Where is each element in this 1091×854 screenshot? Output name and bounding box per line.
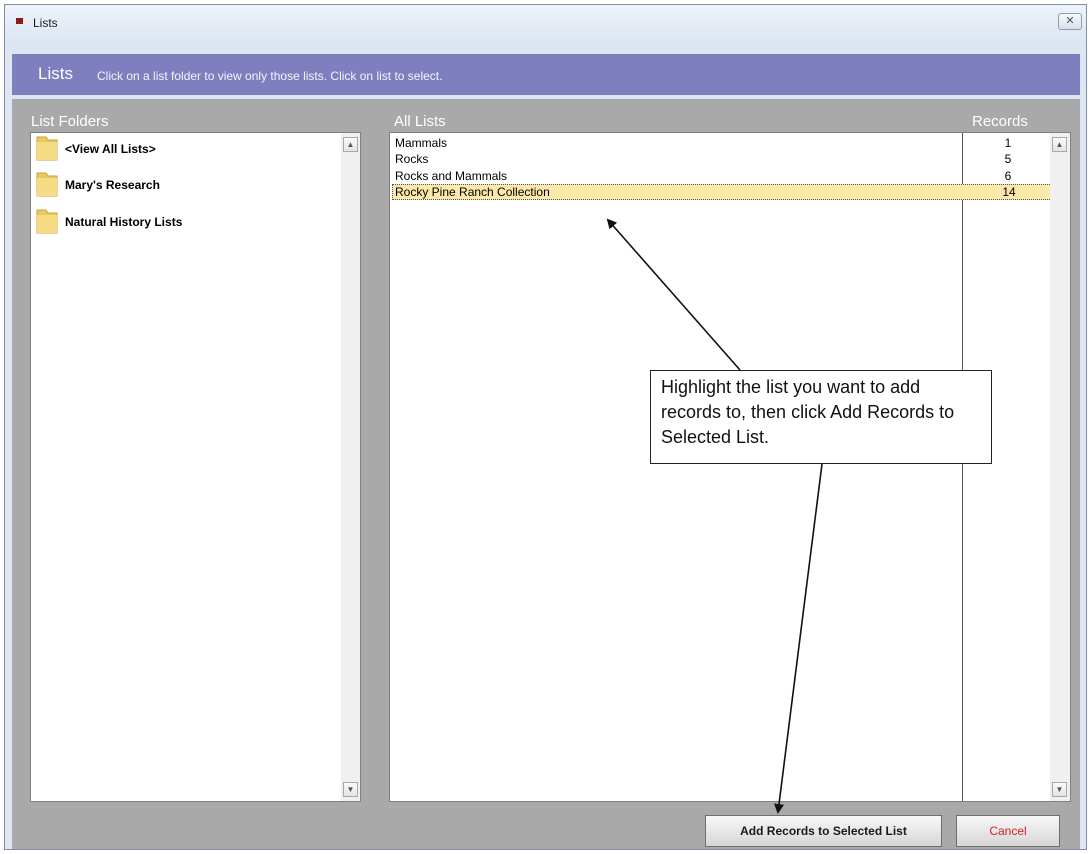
lists-scrollbar[interactable]: ▲ ▼ [1050, 133, 1070, 801]
records-column-divider [962, 133, 963, 801]
close-button[interactable]: ✕ [1058, 13, 1082, 30]
list-row-rocks[interactable]: Rocks 5 [392, 151, 1054, 167]
app-icon [16, 18, 23, 24]
list-name: Mammals [395, 136, 448, 150]
list-row-mammals[interactable]: Mammals 1 [392, 135, 1054, 151]
header-banner: Lists Click on a list folder to view onl… [12, 54, 1080, 95]
title-bar: Lists ✕ [5, 5, 1086, 44]
folder-label: Mary's Research [65, 178, 160, 192]
add-records-button[interactable]: Add Records to Selected List [705, 815, 942, 847]
list-records: 1 [1004, 136, 1012, 150]
all-lists-table: Mammals 1 Rocks 5 Rocks and Mammals 6 Ro… [389, 132, 1071, 802]
list-name: Rocky Pine Ranch Collection [395, 185, 550, 199]
folder-item-natural-history[interactable]: Natural History Lists [35, 206, 335, 236]
instruction-callout: Highlight the list you want to add recor… [650, 370, 992, 464]
list-records: 5 [1004, 152, 1012, 166]
all-lists-heading: All Lists [394, 113, 446, 130]
list-records: 14 [1002, 185, 1016, 199]
list-folders-heading: List Folders [31, 113, 109, 130]
list-name: Rocks [395, 152, 429, 166]
list-row-rocks-and-mammals[interactable]: Rocks and Mammals 6 [392, 168, 1054, 184]
folder-item-marys-research[interactable]: Mary's Research [35, 169, 335, 199]
scroll-down-button[interactable]: ▼ [1052, 782, 1067, 797]
scroll-up-button[interactable]: ▲ [343, 137, 358, 152]
list-records: 6 [1004, 169, 1012, 183]
folder-label: Natural History Lists [65, 215, 183, 229]
header-description: Click on a list folder to view only thos… [97, 69, 443, 83]
folder-item-view-all[interactable]: <View All Lists> [35, 133, 335, 163]
folder-icon [36, 209, 58, 234]
cancel-button[interactable]: Cancel [956, 815, 1060, 847]
folder-icon [36, 136, 58, 161]
folder-label: <View All Lists> [65, 142, 156, 156]
records-heading: Records [972, 113, 1028, 130]
list-row-rocky-pine-ranch-collection[interactable]: Rocky Pine Ranch Collection 14 [392, 184, 1054, 200]
header-title: Lists [38, 64, 73, 83]
folders-scrollbar[interactable]: ▲ ▼ [341, 133, 360, 801]
folders-list: <View All Lists> Mary's Research Natural… [30, 132, 361, 802]
scroll-up-button[interactable]: ▲ [1052, 137, 1067, 152]
content-area: List Folders <View All Lists> Mary's Res… [12, 99, 1080, 849]
list-name: Rocks and Mammals [395, 169, 508, 183]
folder-icon [36, 172, 58, 197]
scroll-down-button[interactable]: ▼ [343, 782, 358, 797]
window-title: Lists [33, 16, 58, 30]
